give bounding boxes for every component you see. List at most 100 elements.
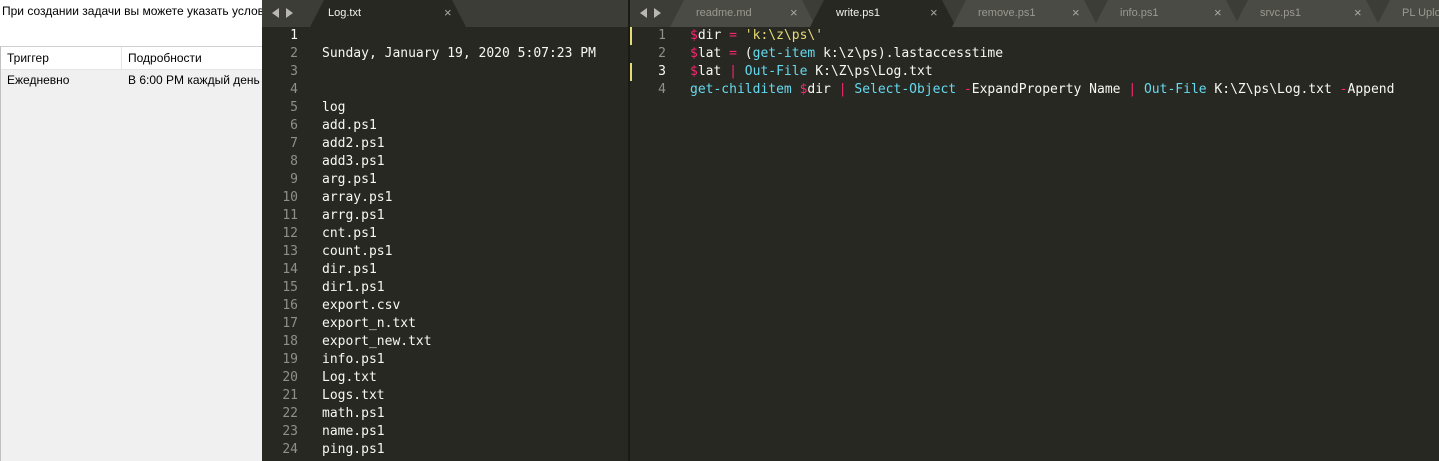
line-number-gutter: 1 2 3 4 5 6 7 8 9 10 11 12 13 14 15 16 17 18 19 20 21 22 23 24 [262,27,298,461]
line-number: 1 [658,28,666,43]
text-editor[interactable]: 1 2 3 4 5 6 7 8 9 10 11 12 13 14 15 16 17 18 19 20 21 22 23 24 … [262,27,628,461]
tab-label: PL Uplo [1402,7,1439,19]
tab-nav-arrows [262,0,310,27]
code-token: k:\z\ps).lastaccesstime [815,46,1004,61]
text-line: add.ps1 [322,118,377,133]
code-token: = [729,28,737,43]
code-token: $ [690,46,698,61]
tab-label: Log.txt [328,7,362,19]
arrow-right-icon[interactable] [286,8,293,18]
code-token: lat [697,46,730,61]
code-token: Append [1347,82,1395,97]
code-line: $lat = (get-item k:\z\ps).lastaccesstime [690,45,1394,63]
close-icon[interactable]: × [1214,6,1222,19]
table-row[interactable]: Ежедневно В 6:00 PM каждый день [1,70,262,90]
code-token: ExpandProperty Name [971,82,1129,97]
task-scheduler-panel: При создании задачи вы можете указать ус… [0,0,262,461]
tab-srvc-ps1[interactable]: srvc.ps1 × [1234,0,1380,27]
line-number: 13 [282,244,298,259]
line-number: 20 [282,370,298,385]
code-line: $dir = 'k:\z\ps\' [690,27,1394,45]
code-token: Out-File [1143,82,1207,97]
code-token: Select-Object [854,82,957,97]
trigger-table: Триггер Подробности Ежедневно В 6:00 PM … [0,46,262,461]
line-number: 18 [282,334,298,349]
text-line: Sunday, January 19, 2020 5:07:23 PM [322,46,596,61]
editor-content[interactable]: $dir = 'k:\z\ps\' $lat = (get-item k:\z\p… [690,27,1394,99]
arrow-left-icon[interactable] [640,8,647,18]
modified-line-marker [630,63,632,81]
tab-label: remove.ps1 [978,7,1036,19]
code-token: K:\Z\ps\Log.txt [807,64,933,79]
line-number: 19 [282,352,298,367]
code-token: - [1339,82,1348,97]
line-number: 10 [282,190,298,205]
text-line: Logs.txt [322,388,385,403]
code-editor[interactable]: 1234 $dir = 'k:\z\ps\' $lat = (get-item k… [630,27,1439,461]
text-line: arrg.ps1 [322,208,385,223]
line-number: 3 [658,64,666,79]
code-token: dir [697,28,730,43]
code-token: get-childitem [690,82,792,97]
code-token: 'k:\z\ps\' [744,28,824,43]
line-number-gutter: 1 2 3 4 [630,27,666,461]
text-line: info.ps1 [322,352,385,367]
line-number: 16 [282,298,298,313]
tab-bar: Log.txt × [262,0,628,27]
column-header-trigger[interactable]: Триггер [1,47,49,69]
tab-log-txt[interactable]: Log.txt × [310,0,466,27]
close-icon[interactable]: × [930,6,938,19]
text-line: count.ps1 [322,244,393,259]
text-line: ping.ps1 [322,442,385,457]
line-number: 15 [282,280,298,295]
modified-line-marker [630,27,632,45]
code-token: - [963,82,972,97]
tab-info-ps1[interactable]: info.ps1 × [1094,0,1240,27]
code-token: lat [697,64,730,79]
tab-bar: readme.md × write.ps1 × remove.ps1 × inf… [630,0,1439,27]
close-icon[interactable]: × [1354,6,1362,19]
line-number: 1 [290,28,298,43]
column-header-details[interactable]: Подробности [122,47,202,69]
line-number: 11 [282,208,298,223]
trigger-cell: Ежедневно [7,73,70,87]
line-number: 2 [658,46,666,61]
line-number: 2 [290,46,298,61]
editor-content[interactable]: Sunday, January 19, 2020 5:07:23 PM log ad… [322,27,596,459]
text-line: log [322,100,346,115]
close-icon[interactable]: × [1072,6,1080,19]
text-line [322,63,596,81]
tab-readme-md[interactable]: readme.md × [670,0,816,27]
text-line: arg.ps1 [322,172,377,187]
code-token: ( [736,46,753,61]
code-token: Out-File [744,64,808,79]
tab-pl-upload[interactable]: PL Uplo [1376,0,1439,27]
text-line: add2.ps1 [322,136,385,151]
text-line: export_n.txt [322,316,416,331]
arrow-left-icon[interactable] [272,8,279,18]
code-token: = [729,46,737,61]
close-icon[interactable]: × [790,6,798,19]
code-line: $lat | Out-File K:\Z\ps\Log.txt [690,63,1394,81]
code-token: get-item [752,46,816,61]
text-line: math.ps1 [322,406,385,421]
tab-write-ps1[interactable]: write.ps1 × [810,0,956,27]
line-number: 23 [282,424,298,439]
arrow-right-icon[interactable] [654,8,661,18]
editor-pane-log: Log.txt × 1 2 3 4 5 6 7 8 9 10 11 12 13 14 15 16 17 18 19 2… [262,0,628,461]
code-token: K:\Z\ps\Log.txt [1206,82,1340,97]
code-token: $ [690,64,698,79]
text-line: export.csv [322,298,401,313]
tab-remove-ps1[interactable]: remove.ps1 × [952,0,1098,27]
code-token: | [729,64,737,79]
tab-label: srvc.ps1 [1260,7,1301,19]
close-icon[interactable]: × [444,6,452,19]
code-token: | [838,82,847,97]
line-number: 24 [282,442,298,457]
line-number: 4 [658,82,666,97]
line-number: 22 [282,406,298,421]
text-line: dir1.ps1 [322,280,385,295]
